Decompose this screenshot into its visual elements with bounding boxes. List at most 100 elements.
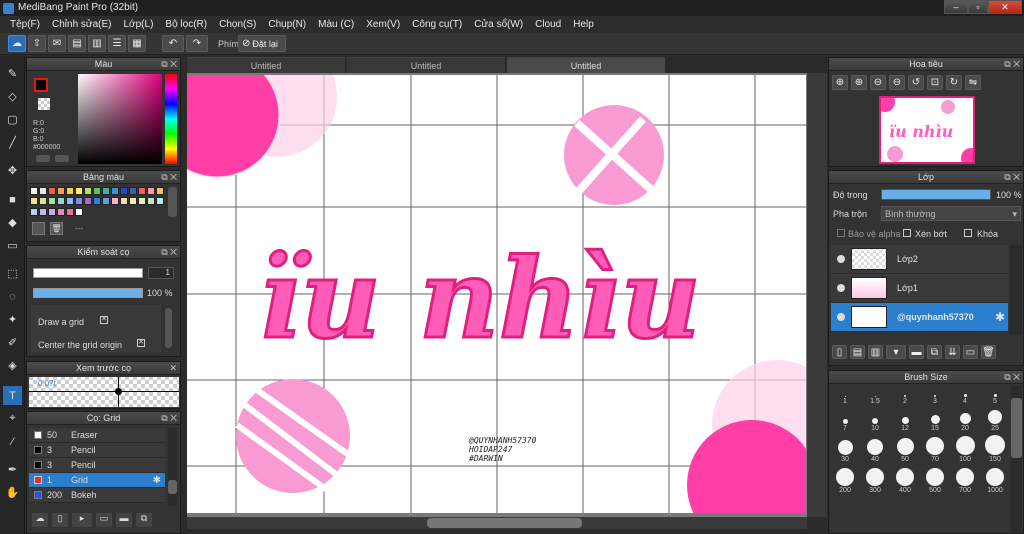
fill-rect-tool-icon[interactable]: ■ [3, 190, 22, 209]
line-tool-icon[interactable]: ╱ [3, 133, 22, 152]
redo-icon[interactable]: ↷ [186, 35, 208, 52]
palette-swatch[interactable] [111, 197, 119, 206]
folder-icon[interactable]: ▬ [116, 513, 132, 527]
document-icon[interactable]: ▤ [68, 35, 86, 52]
hue-slider[interactable] [165, 74, 177, 164]
brush-size-preset[interactable]: 30 [830, 432, 860, 463]
brush-size-preset[interactable]: 1.5 [860, 386, 890, 405]
layer-opacity-slider[interactable] [881, 189, 991, 200]
navigator-thumbnail[interactable]: ïu nhìu [879, 96, 975, 164]
brush-size-preset[interactable]: 5 [980, 386, 1010, 405]
palette-swatch[interactable] [30, 187, 38, 195]
close-button[interactable]: ✕ [988, 0, 1022, 14]
palette-swatch[interactable] [66, 207, 74, 216]
rotate-left-icon[interactable]: ↺ [908, 75, 924, 90]
add-brush-icon[interactable]: ▸ [72, 513, 92, 527]
palette-swatch[interactable] [138, 187, 146, 195]
palette-swatch[interactable] [120, 197, 128, 206]
palette-swatch[interactable] [39, 207, 47, 216]
add-layer-menu-icon[interactable]: ▾ [886, 345, 906, 359]
brush-opacity-slider[interactable] [33, 288, 143, 298]
palette-swatch[interactable] [102, 197, 110, 206]
brush-size-slider[interactable] [33, 268, 143, 278]
horizontal-scrollbar[interactable] [187, 517, 807, 529]
palette-swatch[interactable] [75, 187, 83, 195]
fit-window-icon[interactable]: ⊡ [927, 75, 943, 90]
share-icon[interactable]: ⇧ [28, 35, 46, 52]
menu-view[interactable]: Xem(V) [360, 19, 406, 30]
brush-size-preset[interactable]: 3 [920, 386, 950, 405]
add-palette-button[interactable] [32, 222, 45, 235]
eraser-tool-icon[interactable]: ◇ [3, 87, 22, 106]
eye-icon[interactable] [837, 255, 845, 263]
select-tool-icon[interactable]: ⬚ [3, 264, 22, 283]
palette-swatch[interactable] [129, 197, 137, 206]
grid-icon[interactable]: ▦ [128, 35, 146, 52]
menu-snap[interactable]: Chụp(N) [262, 19, 312, 30]
brush-size-preset[interactable]: 700 [950, 463, 980, 494]
gear-icon[interactable]: ✱ [153, 475, 161, 486]
copy-brush-icon[interactable]: ⧉ [136, 513, 152, 527]
tab-untitled-1[interactable]: Untitled [187, 57, 345, 73]
gear-icon[interactable]: ✱ [995, 310, 1005, 324]
primary-color-swatch[interactable] [34, 78, 48, 92]
menu-color[interactable]: Màu (C) [312, 19, 360, 30]
palette-menu[interactable]: --- [75, 224, 83, 233]
select-eraser-tool-icon[interactable]: ◈ [3, 356, 22, 375]
palette-swatch[interactable] [156, 197, 164, 206]
cloud-brush-icon[interactable]: ☁ [32, 513, 48, 527]
brush-size-preset[interactable]: 10 [860, 405, 890, 432]
new-halftone-layer-icon[interactable]: ▤ [850, 345, 865, 359]
color-swap-button[interactable] [55, 155, 69, 162]
blend-mode-select[interactable]: Bình thường ▾ [881, 206, 1021, 221]
bucket-tool-icon[interactable]: ◆ [3, 213, 22, 232]
palette-swatch[interactable] [93, 187, 101, 195]
menu-file[interactable]: Tệp(F) [4, 19, 46, 30]
menu-help[interactable]: Help [567, 19, 600, 30]
tab-untitled-3[interactable]: Untitled [507, 57, 665, 73]
brush-size-preset[interactable]: 500 [920, 463, 950, 494]
palette-swatch[interactable] [129, 187, 137, 195]
menu-filter[interactable]: Bộ lọc(R) [159, 19, 213, 30]
dropper-tool-icon[interactable]: ✒ [3, 460, 22, 479]
select-pen-tool-icon[interactable]: ✐ [3, 333, 22, 352]
palette-swatch[interactable] [48, 187, 56, 195]
palette-swatch[interactable] [147, 187, 155, 195]
brush-item-selected[interactable]: 1 Grid ✱ [29, 473, 165, 488]
palette-swatch[interactable] [66, 197, 74, 206]
zoom-fit-icon[interactable]: ⊕ [851, 75, 867, 90]
text-tool-icon[interactable]: T [3, 386, 22, 405]
new-layer-icon[interactable]: ▯ [832, 345, 847, 359]
reset-snap-button[interactable]: ⊘ Đặt lại [238, 35, 286, 52]
canvas-paper[interactable]: ïu nhìu @QUYNHANH57370 HOIDAP247 #DARWIN [187, 75, 806, 513]
palette-swatch[interactable] [75, 207, 83, 216]
brush-size-preset[interactable]: 1 [830, 386, 860, 405]
brush-size-preset[interactable]: 2 [890, 386, 920, 405]
trash-icon[interactable]: 🗑 [50, 222, 63, 235]
zoom-actual-icon[interactable]: ⊖ [889, 75, 905, 90]
panel-controls-icon[interactable]: ⧉ ✕ [161, 171, 177, 184]
menu-cloud[interactable]: Cloud [529, 19, 567, 30]
brush-size-preset[interactable]: 12 [890, 405, 920, 432]
brush-size-preset[interactable]: 1000 [980, 463, 1010, 494]
palette-swatch[interactable] [30, 197, 38, 206]
brush-size-preset[interactable]: 100 [950, 432, 980, 463]
folder-icon[interactable]: ▬ [909, 345, 924, 359]
palette-swatch[interactable] [102, 187, 110, 195]
palette-swatch[interactable] [84, 197, 92, 206]
menu-edit[interactable]: Chỉnh sửa(E) [46, 19, 118, 30]
brush-size-preset[interactable]: 400 [890, 463, 920, 494]
cloud-icon[interactable]: ☁ [8, 35, 26, 52]
palette-swatch[interactable] [120, 187, 128, 195]
palette-swatch[interactable] [84, 187, 92, 195]
panel-controls-icon[interactable]: ⧉ ✕ [1004, 58, 1020, 71]
panel-controls-icon[interactable]: ⧉ ✕ [1004, 171, 1020, 184]
panel-controls-icon[interactable]: ✕ [169, 362, 177, 375]
protect-alpha-checkbox[interactable] [837, 229, 845, 237]
color-mode-button[interactable] [36, 155, 50, 162]
merge-layer-icon[interactable]: ⇊ [945, 345, 960, 359]
palette-scrollbar[interactable] [168, 187, 177, 217]
panel-controls-icon[interactable]: ⧉ ✕ [1004, 371, 1020, 384]
brush-options-scrollbar[interactable] [165, 308, 172, 348]
eye-icon[interactable] [837, 284, 845, 292]
